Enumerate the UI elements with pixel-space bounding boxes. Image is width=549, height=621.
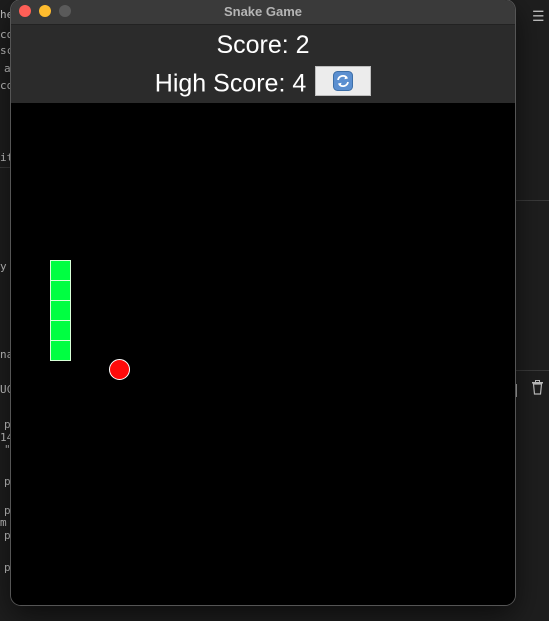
window-title: Snake Game [223, 4, 303, 19]
background-code-fragment: m [0, 516, 7, 529]
trash-icon[interactable] [531, 380, 544, 398]
background-code-fragment: p [4, 529, 11, 542]
high-score-row: High Score: 4 [11, 66, 515, 98]
snake-segment [50, 340, 71, 361]
menu-icon: ☰ [532, 8, 545, 24]
background-code-fragment: a [4, 62, 11, 75]
background-code-fragment: p [4, 418, 11, 431]
background-divider [515, 370, 549, 371]
background-divider [0, 167, 11, 168]
restart-button[interactable] [315, 66, 372, 97]
snake-segment [50, 280, 71, 301]
background-code-fragment: " [4, 443, 11, 456]
background-divider [515, 200, 549, 201]
background-code-fragment: p [4, 475, 11, 488]
food-apple [109, 359, 130, 380]
snake-segment [50, 300, 71, 321]
snake-segment [50, 320, 71, 341]
background-code-fragment: p [4, 561, 11, 574]
high-score-label: High Score: 4 [154, 69, 307, 98]
score-header: Score: 2 High Score: 4 [11, 25, 515, 103]
game-board[interactable] [11, 103, 515, 605]
background-code-fragment: y [0, 260, 7, 273]
title-bar[interactable]: Snake Game [11, 0, 515, 25]
snake-segment [50, 260, 71, 281]
refresh-icon [333, 71, 354, 92]
snake-game-window: Snake Game Score: 2 High Score: 4 [11, 0, 515, 605]
score-label: Score: 2 [216, 31, 310, 59]
